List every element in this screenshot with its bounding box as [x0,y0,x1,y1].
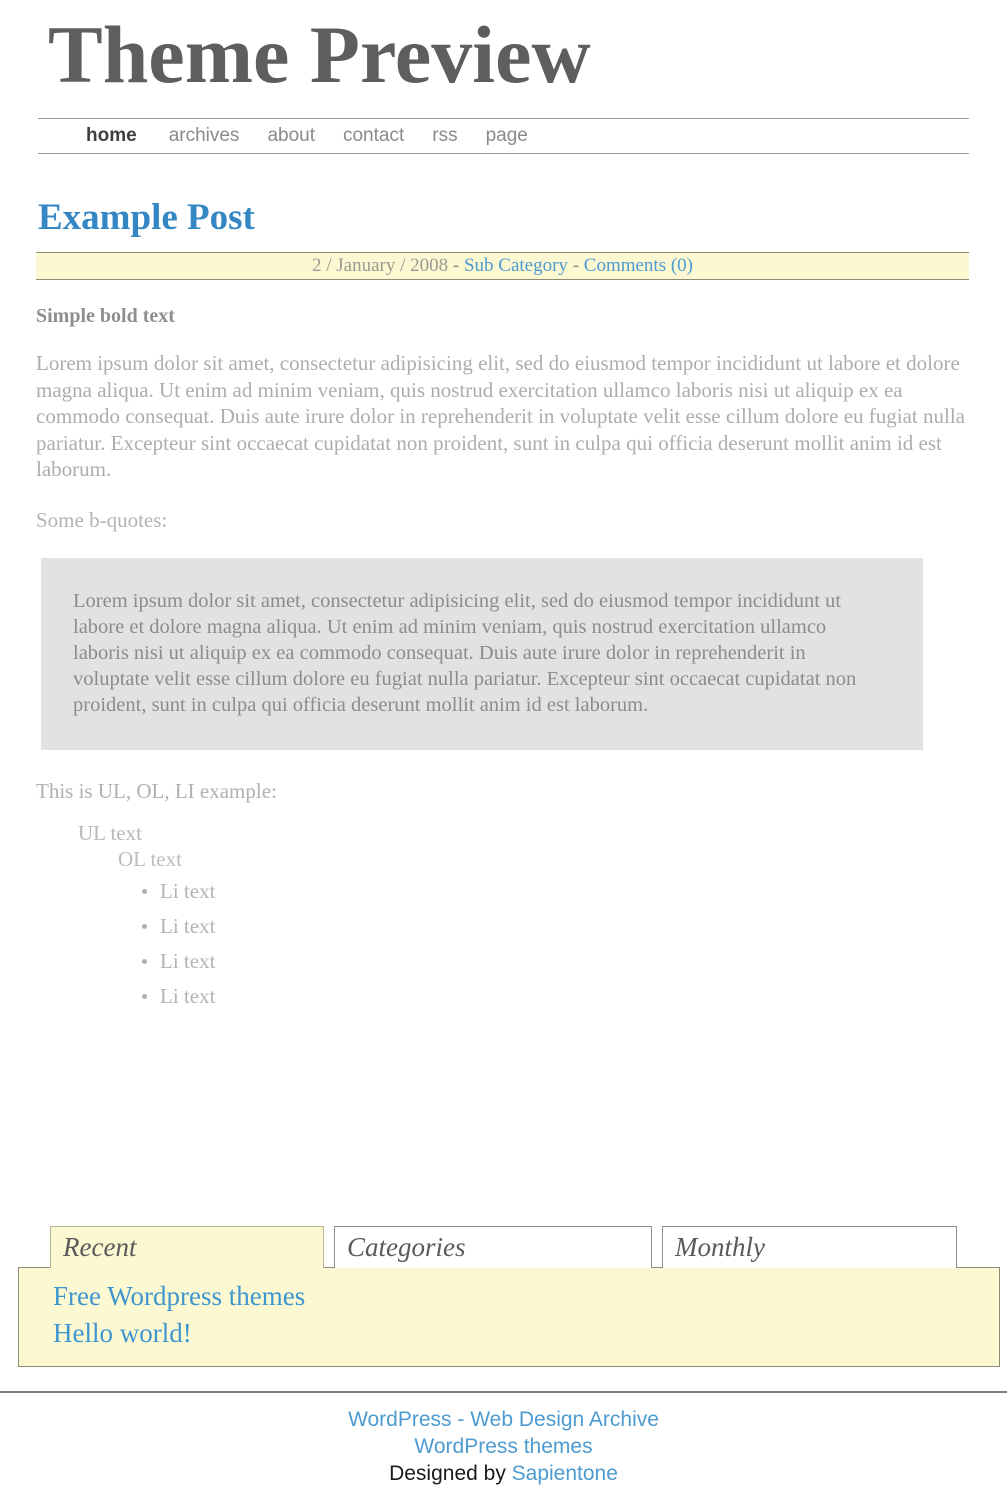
site-footer: WordPress - Web Design Archive WordPress… [0,1406,1007,1487]
blockquote-lead: Some b-quotes: [36,507,168,532]
tab-categories[interactable]: Categories [334,1226,652,1268]
nav-link-home[interactable]: home [86,125,169,147]
footer-designed-by-label: Designed by [389,1462,512,1485]
ol-item: OL text Li text Li text Li text Li text [118,846,969,1009]
example-ordered-list: OL text Li text Li text Li text Li text [78,846,969,1009]
main-navigation: home archives about contact rss page [38,118,969,154]
list-item: Free Wordpress themes [53,1278,999,1315]
nav-item-archives: archives [169,125,268,147]
nav-list: home archives about contact rss page [38,119,969,153]
ul-item-label: UL text [78,820,142,845]
tab-recent[interactable]: Recent [50,1226,324,1268]
post-category-link[interactable]: Sub Category [464,255,568,276]
post-list-section: This is UL, OL, LI example: UL text OL t… [0,778,1007,1009]
recent-post-link[interactable]: Free Wordpress themes [53,1278,305,1315]
post-bold-lead: Simple bold text [36,305,175,327]
list-item: Li text [140,878,969,904]
list-item: Li text [140,948,969,974]
meta-dash-2: - [567,255,584,276]
list-lead: This is UL, OL, LI example: [36,778,277,803]
post-date-year: 2008 [410,255,449,276]
site-header: Theme Preview [0,0,1007,96]
tab-item-recent: Recent [50,1226,324,1268]
list-item: Li text [140,913,969,939]
tab-item-monthly: Monthly [662,1226,957,1268]
page-title: Theme Preview [48,9,591,100]
post-title[interactable]: Example Post [0,154,1007,238]
recent-post-link[interactable]: Hello world! [53,1315,192,1352]
sidebar-tab-panel-recent: Free Wordpress themes Hello world! [18,1267,1000,1367]
ul-item: UL text OL text Li text Li text Li text … [78,820,969,1009]
nav-item-page: page [486,125,556,147]
sidebar: Recent Categories Monthly Free Wordpress… [0,1226,1007,1368]
nav-link-contact[interactable]: contact [343,125,432,147]
post-date-month: January [336,255,396,276]
example-unordered-list: UL text OL text Li text Li text Li text … [36,820,969,1009]
nav-link-page[interactable]: page [486,125,556,147]
post-body: Simple bold text Lorem ipsum dolor sit a… [0,304,1007,533]
nav-item-rss: rss [432,125,485,147]
footer-link-wordpress-themes[interactable]: WordPress themes [414,1435,592,1458]
post-comments-link[interactable]: Comments (0) [584,255,693,276]
meta-separator-2: / [395,255,411,276]
nav-item-about: about [267,125,343,147]
footer-link-web-design-archive[interactable]: Web Design Archive [470,1408,659,1431]
footer-line-2: WordPress themes [0,1433,1007,1460]
footer-divider [0,1391,1007,1393]
post-paragraph: Lorem ipsum dolor sit amet, consectetur … [36,351,965,481]
sidebar-tab-strip: Recent Categories Monthly [0,1226,1007,1268]
meta-dash-1: - [448,255,464,276]
nav-link-about[interactable]: about [267,125,343,147]
nav-item-contact: contact [343,125,432,147]
content-area: Example Post 2 / January / 2008 - Sub Ca… [0,154,1007,1009]
tab-item-categories: Categories [334,1226,652,1268]
recent-posts-list: Free Wordpress themes Hello world! [53,1278,999,1352]
footer-dash: - [451,1408,471,1431]
footer-line-3: Designed by Sapientone [0,1460,1007,1487]
nav-item-home: home [86,125,169,147]
list-item: Li text [140,983,969,1009]
meta-separator-1: / [321,255,337,276]
footer-link-wordpress[interactable]: WordPress [348,1408,451,1431]
footer-link-sapientone[interactable]: Sapientone [512,1462,618,1485]
tab-monthly[interactable]: Monthly [662,1226,957,1268]
post-blockquote: Lorem ipsum dolor sit amet, consectetur … [41,557,923,750]
ol-item-label: OL text [118,846,182,871]
list-item: Hello world! [53,1315,999,1352]
inner-list: Li text Li text Li text Li text [118,878,969,1009]
post-meta-bar: 2 / January / 2008 - Sub Category - Comm… [36,252,969,280]
nav-link-archives[interactable]: archives [169,125,268,147]
footer-line-1: WordPress - Web Design Archive [0,1406,1007,1433]
page-container: Theme Preview home archives about contac… [0,0,1007,1485]
nav-link-rss[interactable]: rss [432,125,485,147]
